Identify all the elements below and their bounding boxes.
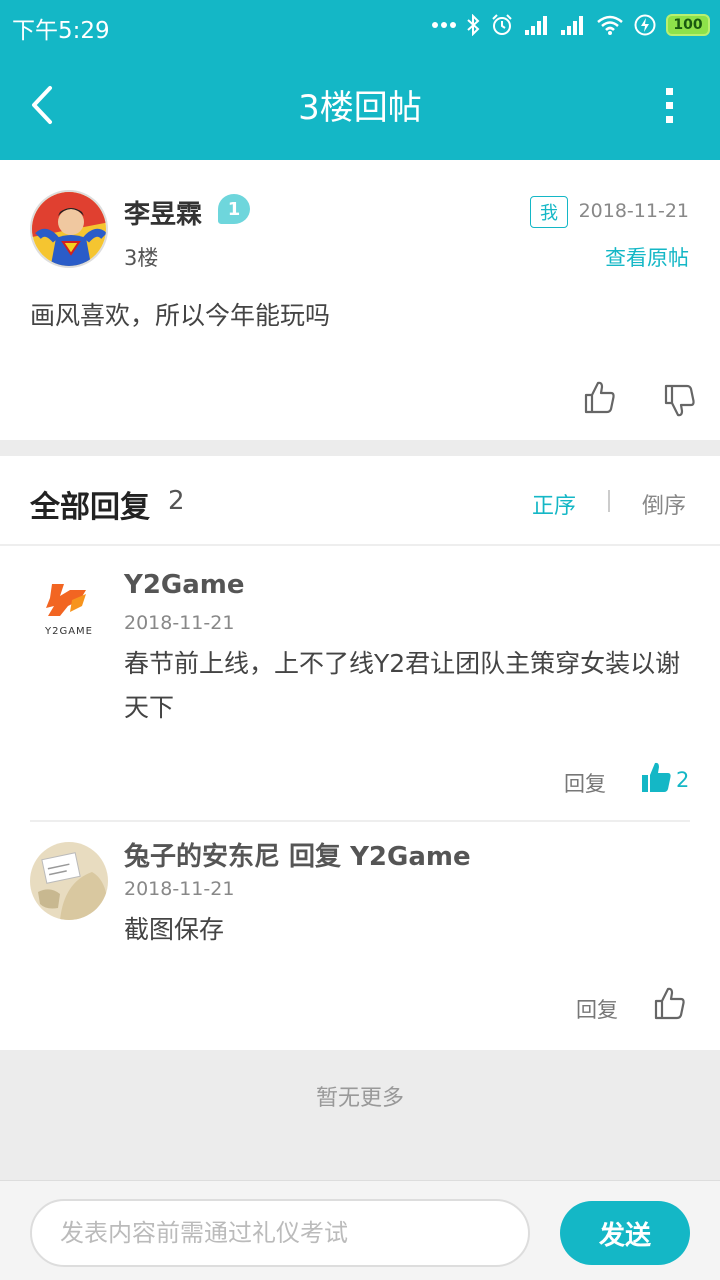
signal-icon: [525, 16, 547, 35]
replies-section: 全部回复 2 正序 倒序 Y2GAME Y2Game 2018-11-21 春节…: [0, 456, 720, 1050]
replies-count: 2: [168, 486, 185, 516]
replies-title: 全部回复: [30, 490, 150, 525]
charging-icon: [634, 14, 656, 36]
reply-button[interactable]: 回复: [564, 768, 606, 798]
app-header: 下午5:29 100 3楼回帖: [0, 0, 720, 160]
signal-icon-2: [561, 16, 583, 35]
reply-author[interactable]: Y2Game: [124, 570, 245, 600]
level-badge: 1: [218, 194, 250, 224]
avatar[interactable]: Y2GAME: [30, 576, 108, 654]
thumbs-up-icon[interactable]: [654, 986, 686, 1020]
composer-bar: 发送: [0, 1180, 720, 1280]
sort-divider: [608, 490, 610, 512]
floor-label: 3楼: [124, 246, 159, 270]
sort-ascending-tab[interactable]: 正序: [532, 488, 576, 520]
replies-header: 全部回复 2 正序 倒序: [0, 456, 720, 546]
thumbs-down-icon[interactable]: [664, 384, 696, 418]
send-button[interactable]: 发送: [560, 1201, 690, 1265]
reply-button[interactable]: 回复: [576, 994, 618, 1024]
battery-indicator: 100: [666, 14, 710, 36]
no-more-label: 暂无更多: [315, 1086, 404, 1111]
like-count: 2: [676, 768, 690, 792]
reply-content: 春节前上线，上不了线Y2君让团队主策穿女装以谢天下: [124, 649, 681, 722]
thumbs-up-icon[interactable]: [584, 380, 616, 414]
svg-text:Y2GAME: Y2GAME: [44, 626, 93, 637]
reply-date: 2018-11-21: [124, 878, 235, 900]
status-time: 下午5:29: [12, 18, 110, 44]
me-tag: 我: [530, 196, 568, 228]
view-original-link[interactable]: 查看原帖: [605, 242, 689, 272]
post-date: 2018-11-21: [578, 200, 689, 222]
sort-descending-tab[interactable]: 倒序: [642, 488, 686, 520]
page-title: 3楼回帖: [298, 88, 422, 128]
thumbs-up-filled-icon[interactable]: [640, 760, 672, 794]
more-vertical-icon[interactable]: [660, 86, 680, 126]
list-item: Y2GAME Y2Game 2018-11-21 春节前上线，上不了线Y2君让团…: [0, 546, 720, 822]
nav-bar: 3楼回帖: [0, 50, 720, 160]
post-content: 画风喜欢，所以今年能玩吗: [30, 301, 331, 330]
more-dots-icon: [432, 22, 456, 28]
alarm-icon: [492, 14, 512, 35]
reply-content: 截图保存: [124, 915, 225, 944]
post-card: 李昱霖 1 3楼 我 2018-11-21 查看原帖 画风喜欢，所以今年能玩吗: [0, 160, 720, 440]
reply-date: 2018-11-21: [124, 612, 235, 634]
reply-author[interactable]: 兔子的安东尼 回复 Y2Game: [124, 836, 471, 873]
list-item: 兔子的安东尼 回复 Y2Game 2018-11-21 截图保存 回复: [0, 822, 720, 1050]
comment-input[interactable]: [30, 1199, 530, 1267]
back-arrow-icon[interactable]: [26, 82, 66, 128]
status-bar: 下午5:29 100: [0, 0, 720, 50]
avatar[interactable]: [30, 190, 108, 268]
status-icons: 100: [432, 10, 710, 40]
post-author[interactable]: 李昱霖: [124, 194, 202, 231]
bluetooth-icon: [467, 14, 480, 36]
avatar[interactable]: [30, 842, 108, 920]
wifi-icon: [597, 15, 623, 35]
